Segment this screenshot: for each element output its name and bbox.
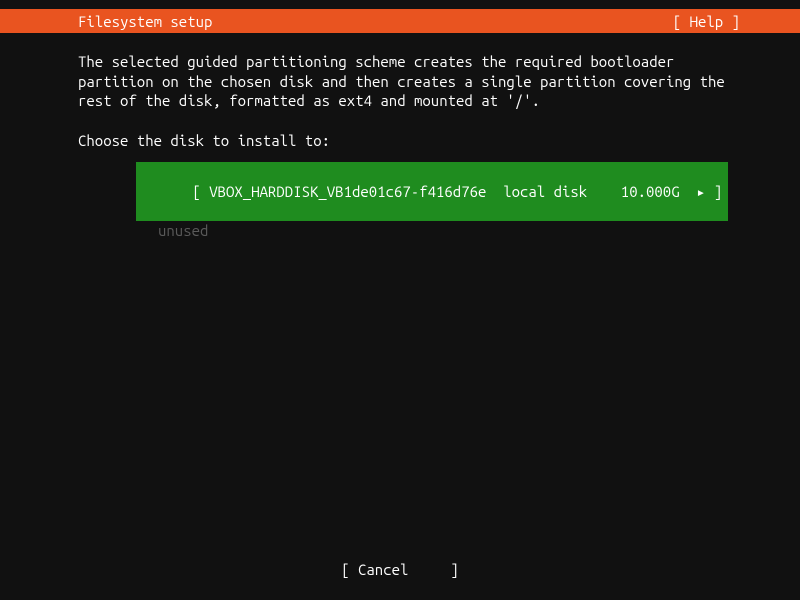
disk-label: [ VBOX_HARDDISK_VB1de01c67-f416d76e loca…	[192, 183, 722, 200]
disk-list: [ VBOX_HARDDISK_VB1de01c67-f416d76e loca…	[136, 162, 770, 240]
header-bar: Filesystem setup [ Help ]	[0, 9, 800, 33]
cancel-button[interactable]: [ Cancel ]	[341, 561, 459, 578]
help-button[interactable]: [ Help ]	[673, 13, 790, 30]
main-content: The selected guided partitioning scheme …	[78, 52, 770, 240]
page-title: Filesystem setup	[10, 13, 212, 30]
description-text: The selected guided partitioning scheme …	[78, 52, 770, 111]
choose-disk-prompt: Choose the disk to install to:	[78, 131, 770, 151]
disk-status: unused	[136, 221, 770, 241]
disk-item-selected[interactable]: [ VBOX_HARDDISK_VB1de01c67-f416d76e loca…	[136, 162, 728, 221]
footer: [ Cancel ]	[0, 561, 800, 578]
